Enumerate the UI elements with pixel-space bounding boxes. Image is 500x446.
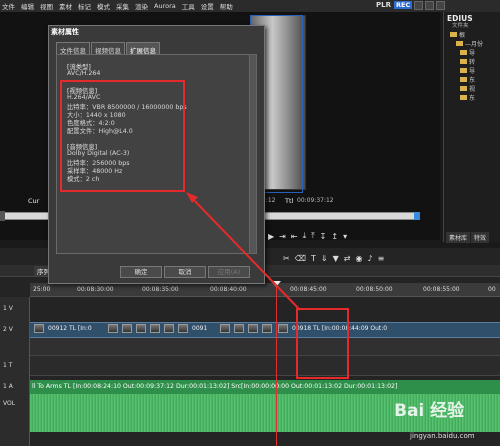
watermark-logo: Bai 经验 xyxy=(394,401,465,421)
annotation-arrow xyxy=(186,192,301,311)
watermark-url: jingyan.baidu.com xyxy=(410,432,475,440)
